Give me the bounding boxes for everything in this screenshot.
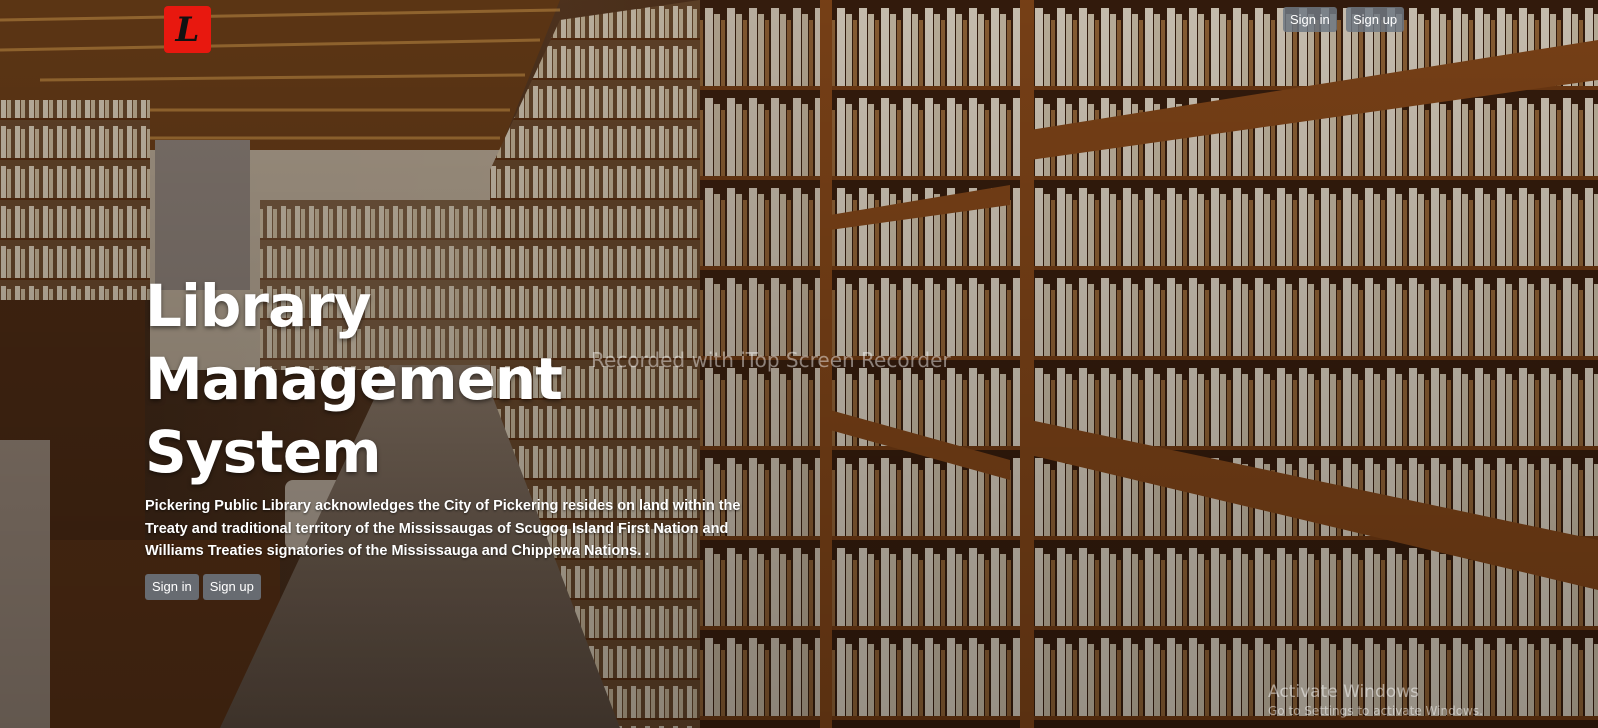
hero-section: Library Management System Pickering Publ… xyxy=(145,270,785,600)
logo-glyph: L xyxy=(175,9,200,50)
land-acknowledgement-text: Pickering Public Library acknowledges th… xyxy=(145,498,741,559)
hero-sign-up-button[interactable]: Sign up xyxy=(202,573,261,600)
hero-title-line-2: System xyxy=(145,418,382,486)
hero-title: Library Management System xyxy=(145,270,785,489)
nav-sign-up-button[interactable]: Sign up xyxy=(1346,7,1405,32)
activate-windows-title: Activate Windows xyxy=(1268,682,1419,702)
activate-windows-notice: Activate Windows Go to Settings to activ… xyxy=(1268,682,1483,718)
site-logo[interactable]: L xyxy=(164,6,211,53)
recorder-watermark: Recorded with iTop Screen Recorder xyxy=(591,348,951,372)
nav-sign-in-button[interactable]: Sign in xyxy=(1283,7,1337,32)
hero-buttons: Sign in Sign up xyxy=(145,573,785,600)
hero-sign-in-button[interactable]: Sign in xyxy=(145,573,199,600)
hero-title-line-1: Library Management xyxy=(145,272,563,413)
activate-windows-subtitle: Go to Settings to activate Windows. xyxy=(1268,704,1483,718)
